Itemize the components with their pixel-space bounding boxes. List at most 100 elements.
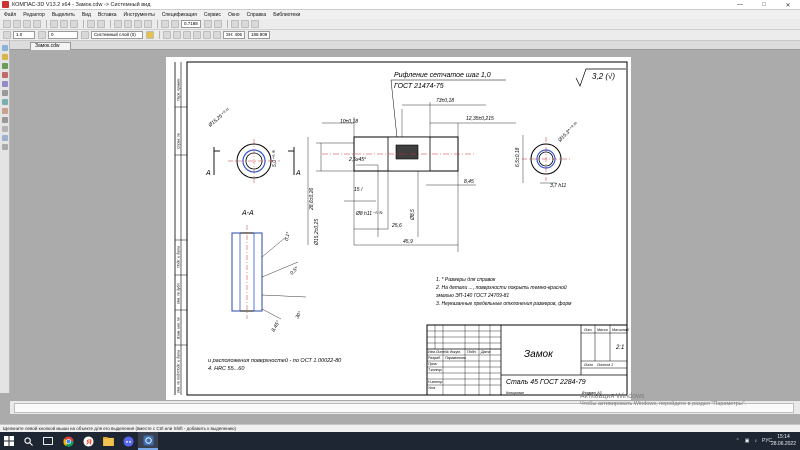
dim-ovlen: Ø8,5 xyxy=(410,209,416,221)
taskbar-clock[interactable]: 15:14 28.06.2022 xyxy=(771,434,796,448)
window-titlebar: КОМПАС-3D V13.2 x64 - Замок.cdw -> Систе… xyxy=(0,0,800,10)
properties-icon[interactable] xyxy=(114,20,122,28)
copy-icon[interactable] xyxy=(60,20,68,28)
side-label-3: Инв. № дубл. xyxy=(177,282,181,304)
sheet-frame xyxy=(186,61,628,396)
libraries-icon[interactable] xyxy=(124,20,132,28)
new-file-icon[interactable] xyxy=(3,20,11,28)
menu-window[interactable]: Окно xyxy=(228,12,240,18)
redo-icon[interactable] xyxy=(97,20,105,28)
round-icon[interactable] xyxy=(213,31,221,39)
edit-icon[interactable] xyxy=(2,72,8,78)
dim-12: 12,35±0,215 xyxy=(466,116,494,122)
yandex-icon[interactable]: Я xyxy=(78,432,98,450)
geometry-icon[interactable] xyxy=(2,45,8,51)
menu-edit[interactable]: Редактор xyxy=(23,12,45,18)
ortho-icon[interactable] xyxy=(250,20,259,28)
discord-icon[interactable] xyxy=(118,432,138,450)
search-icon[interactable] xyxy=(18,432,38,450)
zoom-out-icon[interactable] xyxy=(171,20,179,28)
spec-icon[interactable] xyxy=(2,117,8,123)
scale-field[interactable]: 1.0 xyxy=(13,31,35,39)
layer-select[interactable]: Системный слой (0) xyxy=(91,31,143,39)
explorer-icon[interactable] xyxy=(98,432,118,450)
menu-insert[interactable]: Вставка xyxy=(98,12,117,18)
variables-icon[interactable] xyxy=(134,20,142,28)
pan-icon[interactable] xyxy=(203,20,212,28)
help-icon[interactable] xyxy=(144,20,152,28)
views-icon[interactable] xyxy=(2,108,8,114)
close-icon[interactable]: ✕ xyxy=(776,0,800,10)
menu-help[interactable]: Справка xyxy=(247,12,267,18)
cursor-icon[interactable] xyxy=(163,31,171,39)
tb-izm: Изм. xyxy=(428,350,436,354)
layer-icon[interactable] xyxy=(81,31,89,39)
taskbar: Я ⌃ ▣ ♪ РУС 15:14 28.06.2022 xyxy=(0,432,800,450)
zero-field[interactable]: 0 xyxy=(48,31,78,39)
grid-icon[interactable] xyxy=(240,20,249,28)
volume-icon[interactable]: ♪ xyxy=(754,438,757,444)
kompas-task-icon[interactable] xyxy=(138,432,158,450)
standard-toolbar: 0.7188 xyxy=(0,19,800,30)
pencil-icon[interactable] xyxy=(146,31,154,39)
insert-icon[interactable] xyxy=(2,135,8,141)
step-field[interactable]: ЗН: 406 xyxy=(223,31,245,39)
maximize-icon[interactable]: □ xyxy=(752,0,776,10)
menu-libraries[interactable]: Библиотеки xyxy=(273,12,300,18)
tb-scale-value: 2:1 xyxy=(615,345,624,351)
drawing-sheet[interactable]: Перв. примен. Справ. № Подп. и дата Инв.… xyxy=(166,57,631,400)
side-label-4: Взам. инв. № xyxy=(177,317,181,339)
cut-icon[interactable] xyxy=(50,20,58,28)
chrome-icon[interactable] xyxy=(58,432,78,450)
paste-icon[interactable] xyxy=(70,20,78,28)
zoom-field[interactable]: 0.7188 xyxy=(181,20,201,28)
cut-mark-a-right: А xyxy=(295,170,301,177)
undo-icon[interactable] xyxy=(87,20,95,28)
windows-start-icon[interactable] xyxy=(0,432,18,450)
print-icon[interactable] xyxy=(33,20,41,28)
tb-podp: Подп. xyxy=(467,350,477,354)
watermark-line2: Чтобы активировать Windows, перейдите в … xyxy=(580,401,747,407)
ortho2-icon[interactable] xyxy=(203,31,211,39)
snap-settings-icon[interactable] xyxy=(193,31,201,39)
menu-select[interactable]: Выделить xyxy=(52,12,75,18)
zoom2-field[interactable]: 188.909 xyxy=(248,31,270,39)
right-ring-view xyxy=(522,135,570,184)
menu-file[interactable]: Файл xyxy=(4,12,16,18)
dim-sec-04: 0,1* xyxy=(284,231,292,242)
dimensions-icon[interactable] xyxy=(2,54,8,60)
angle-icon[interactable] xyxy=(38,31,46,39)
dim-37: 3,7 h11 xyxy=(550,183,567,189)
menu-view[interactable]: Вид xyxy=(82,12,91,18)
reports-icon[interactable] xyxy=(2,126,8,132)
local-cs-icon[interactable] xyxy=(183,31,191,39)
coords-icon[interactable] xyxy=(173,31,181,39)
measure-icon[interactable] xyxy=(2,90,8,96)
open-file-icon[interactable] xyxy=(13,20,21,28)
dim-15: 15 / xyxy=(354,187,363,193)
tab-zamok[interactable]: Замок.cdw xyxy=(30,42,71,50)
side-label-0: Перв. примен. xyxy=(177,78,181,101)
note-3: 3. Неуказанные предельные отклонения раз… xyxy=(436,301,572,307)
menu-service[interactable]: Сервис xyxy=(204,12,221,18)
menu-spec[interactable]: Спецификация xyxy=(162,12,197,18)
snap-icon[interactable] xyxy=(230,20,239,28)
task-view-icon[interactable] xyxy=(38,432,58,450)
section-label: А-А xyxy=(241,210,254,217)
network-icon[interactable]: ▣ xyxy=(745,438,750,444)
knurl-gost: ГОСТ 21474-75 xyxy=(394,83,444,90)
designations-icon[interactable] xyxy=(2,63,8,69)
tray-chevron-icon[interactable]: ⌃ xyxy=(736,438,740,444)
select-icon[interactable] xyxy=(2,99,8,105)
misc-tool-icon[interactable] xyxy=(2,144,8,150)
refresh-icon[interactable] xyxy=(213,20,222,28)
parametrization-icon[interactable] xyxy=(2,81,8,87)
zoom-in-icon[interactable] xyxy=(161,20,169,28)
note-2: эмалью ЭП-140 ГОСТ 24709-81 xyxy=(436,293,509,299)
minimize-icon[interactable]: — xyxy=(728,0,752,10)
step-icon[interactable] xyxy=(3,31,11,39)
menu-tools[interactable]: Инструменты xyxy=(124,12,155,18)
document-tabs: Замок.cdw xyxy=(10,41,800,50)
save-icon[interactable] xyxy=(23,20,31,28)
tb-tkontr: Т.контр. xyxy=(428,368,443,372)
